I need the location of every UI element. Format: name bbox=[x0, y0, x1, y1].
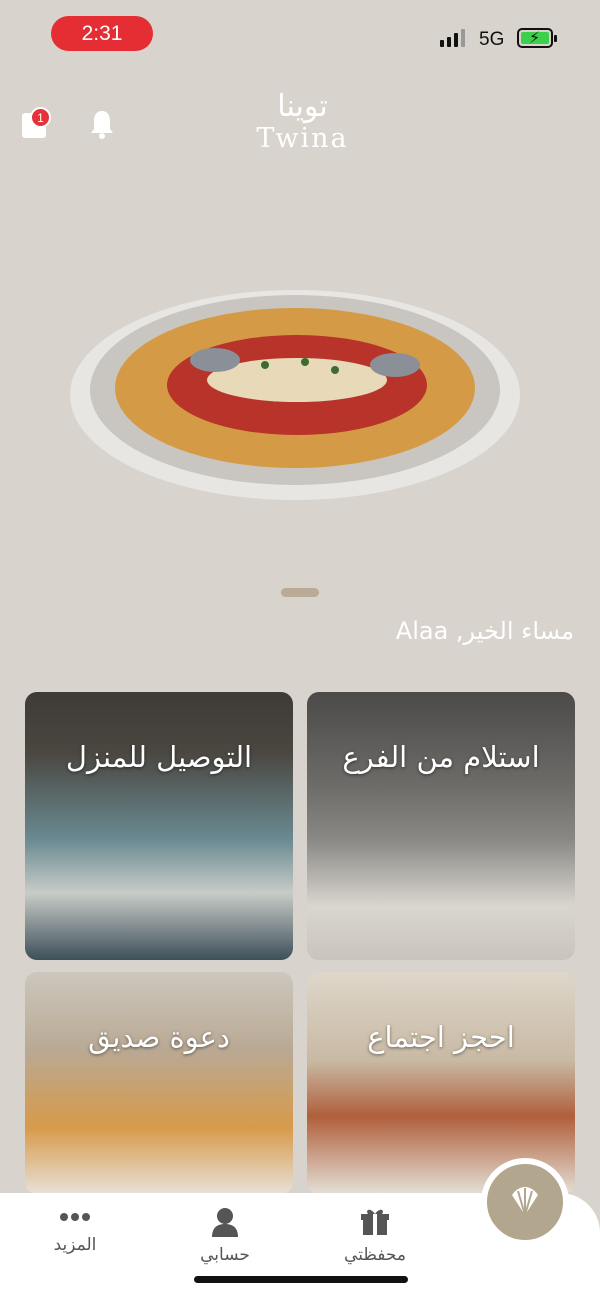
network-type: 5G bbox=[479, 29, 505, 50]
branch-pickup-title: استلام من الفرع bbox=[342, 740, 540, 774]
user-icon bbox=[212, 1208, 238, 1237]
battery-icon: ⚡ bbox=[517, 28, 557, 48]
nav-account[interactable]: حسابي bbox=[180, 1207, 270, 1265]
home-delivery-card[interactable]: التوصيل للمنزل bbox=[25, 692, 293, 960]
signal-icon bbox=[440, 29, 465, 47]
home-indicator bbox=[194, 1276, 408, 1283]
shell-fab-button[interactable] bbox=[481, 1158, 569, 1246]
book-meeting-title: احجز اجتماع bbox=[367, 1020, 515, 1054]
status-time: 2:31 bbox=[51, 16, 153, 51]
shell-icon bbox=[512, 1187, 538, 1216]
brand-logo: توينا Twina bbox=[240, 90, 365, 160]
gift-icon bbox=[361, 1209, 389, 1235]
invite-friend-title: دعوة صديق bbox=[88, 1020, 230, 1054]
nav-more-label: المزيد bbox=[53, 1235, 97, 1255]
greeting-text: مساء الخير, Alaa bbox=[395, 617, 574, 645]
branch-pickup-card[interactable]: استلام من الفرع bbox=[307, 692, 575, 960]
logo-arabic: توينا bbox=[277, 89, 328, 124]
carousel-indicator[interactable] bbox=[281, 588, 319, 597]
more-dots-icon bbox=[60, 1213, 90, 1221]
invite-friend-card[interactable]: دعوة صديق bbox=[25, 972, 293, 1194]
nav-wallet-label: محفظتي bbox=[344, 1245, 406, 1265]
bell-icon[interactable] bbox=[88, 108, 116, 140]
status-bar: 2:31 5G ⚡ bbox=[0, 0, 600, 80]
hero-banner-image[interactable] bbox=[65, 270, 520, 505]
nav-more[interactable]: المزيد bbox=[30, 1207, 120, 1255]
logo-english: Twina bbox=[256, 123, 349, 154]
nav-account-label: حسابي bbox=[200, 1245, 250, 1265]
nav-wallet[interactable]: محفظتي bbox=[330, 1207, 420, 1265]
cart-badge: 1 bbox=[30, 107, 51, 128]
home-delivery-title: التوصيل للمنزل bbox=[65, 740, 253, 774]
